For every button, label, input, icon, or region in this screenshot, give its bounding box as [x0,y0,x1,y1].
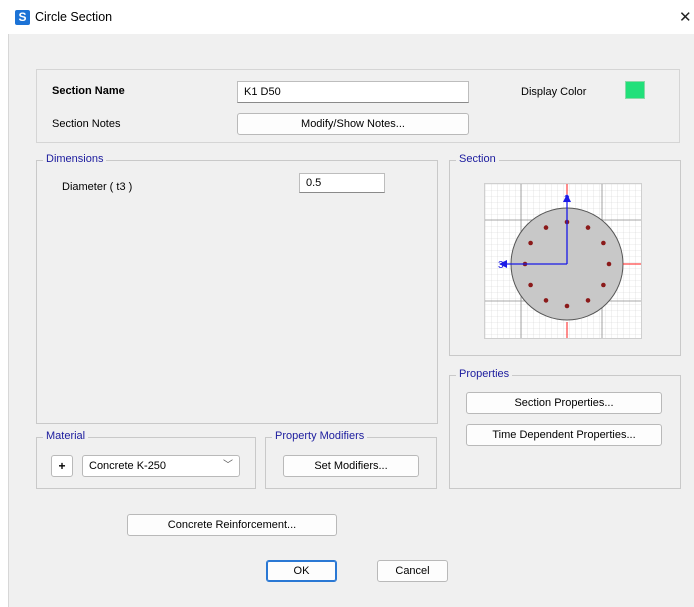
close-icon[interactable]: ✕ [679,8,692,26]
section-preview-title: Section [456,153,499,165]
rebar-dot [564,303,570,309]
add-material-button[interactable]: + [51,455,73,477]
rebar-dot [528,240,533,246]
section-properties-button[interactable]: Section Properties... [466,392,662,414]
dimensions-title: Dimensions [43,153,107,165]
property-modifiers-title: Property Modifiers [272,430,368,442]
properties-title: Properties [456,368,513,380]
rebar-dot [601,282,606,288]
cancel-button[interactable]: Cancel [377,560,448,582]
display-color-label: Display Color [521,86,587,98]
section-name-label: Section Name [52,85,125,97]
rebar-dot [585,298,591,303]
section-preview-canvas: 2 3 [484,183,642,339]
display-color-swatch[interactable] [625,81,645,99]
rebar-dot [601,240,606,246]
concrete-reinforcement-button[interactable]: Concrete Reinforcement... [127,514,337,536]
window-title: Circle Section [35,10,113,24]
axis-3-label: 3 [498,260,504,271]
rebar-dot [585,225,591,230]
set-modifiers-button[interactable]: Set Modifiers... [283,455,419,477]
diameter-label: Diameter ( t3 ) [62,181,133,193]
material-select[interactable]: Concrete K-250 ﹀ [82,455,240,477]
chevron-down-icon: ﹀ [223,460,233,471]
material-title: Material [43,430,89,442]
rebar-dot [606,261,612,267]
app-icon: S [15,10,30,25]
rebar-dot [543,298,549,303]
circle-section-drawing: 2 3 [485,184,641,338]
time-dependent-properties-button[interactable]: Time Dependent Properties... [466,424,662,446]
dimensions-group: Dimensions [36,153,438,424]
section-name-input[interactable]: K1 D50 [237,81,469,103]
modify-show-notes-button[interactable]: Modify/Show Notes... [237,113,469,135]
ok-button[interactable]: OK [266,560,337,582]
rebar-dot [528,282,533,288]
rebar-dot [543,225,549,230]
section-notes-label: Section Notes [52,118,121,130]
axis-2-label: 2 [564,194,570,205]
diameter-input[interactable]: 0.5 [299,173,385,193]
material-selected-value: Concrete K-250 [89,460,167,472]
title-bar: S Circle Section ✕ [0,0,694,34]
